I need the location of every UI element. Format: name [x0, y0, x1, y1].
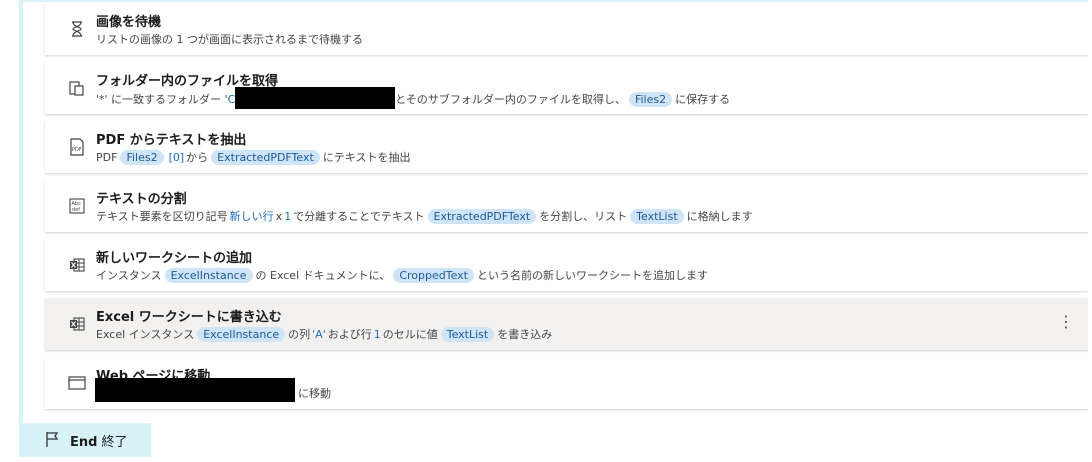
variable-chip: ExcelInstance — [164, 268, 253, 283]
pdf-icon: PDF — [70, 138, 84, 156]
desc-text: の列 — [288, 328, 311, 341]
hourglass-icon — [72, 21, 82, 37]
folder-files-icon — [69, 81, 84, 96]
action-title: テキストの分割 — [96, 192, 187, 207]
desc-text: テキスト要素を区切り記号 — [96, 210, 228, 223]
flag-icon — [46, 432, 59, 447]
desc-text: インスタンス — [96, 269, 162, 282]
desc-text: のセルに値 — [382, 328, 438, 341]
action-go-to-web-page[interactable]: Web ページに移動 に移動 — [45, 357, 1088, 409]
flow-rail — [19, 0, 23, 423]
end-keyword: End — [70, 435, 98, 450]
desc-text: を分割し、リスト — [539, 210, 628, 223]
excel-icon — [70, 317, 85, 331]
action-description: Excel インスタンス ExcelInstance の列 'A' および行 1 のセルに値… — [96, 327, 552, 343]
end-label: End 終了 — [70, 431, 127, 450]
action-description: '*' に一致するフォルダー 'C とそのサブフォルダー内のファイルを取得し、 Fi… — [96, 87, 731, 109]
desc-text: リストの画像の 1 つが画面に表示されるまで待機する — [96, 33, 363, 46]
desc-text: PDF — [96, 151, 118, 164]
browser-window-icon — [68, 376, 86, 390]
action-description: テキスト要素を区切り記号 新しい行 x 1 で分離することでテキスト ExtractedP… — [96, 209, 753, 225]
action-description: リストの画像の 1 つが画面に表示されるまで待機する — [96, 32, 363, 48]
action-description: インスタンス ExcelInstance の Excel ドキュメントに、 Cropp… — [96, 268, 708, 284]
variable-chip: CroppedText — [393, 268, 474, 283]
desc-text: を書き込み — [497, 328, 553, 341]
action-write-worksheet[interactable]: Excel ワークシートに書き込む Excel インスタンス ExcelInsta… — [45, 298, 1088, 350]
end-block[interactable]: End 終了 — [19, 423, 151, 457]
svg-text:PDF: PDF — [72, 147, 82, 153]
action-add-worksheet[interactable]: 新しいワークシートの追加 インスタンス ExcelInstance の Excel … — [45, 239, 1088, 291]
row-literal: 1 — [373, 328, 381, 341]
svg-text:def: def — [72, 207, 80, 213]
desc-text: Excel インスタンス — [96, 328, 195, 341]
count-literal: 1 — [284, 210, 292, 223]
variable-chip: ExtractedPDFText — [211, 150, 320, 165]
desc-text: および行 — [327, 328, 372, 341]
delimiter-literal: 新しい行 — [229, 210, 274, 223]
folder-path-literal: C — [227, 93, 236, 106]
desc-text: の Excel ドキュメントに、 — [255, 269, 391, 282]
action-get-files[interactable]: フォルダー内のファイルを取得 '*' に一致するフォルダー 'C とそのサブフォル… — [45, 62, 1088, 114]
action-title: Excel ワークシートに書き込む — [96, 310, 282, 325]
redacted-url — [95, 378, 295, 402]
desc-text: x — [275, 210, 283, 223]
desc-text: から — [186, 151, 209, 164]
action-title: 画像を待機 — [96, 15, 162, 30]
end-text: 終了 — [101, 435, 128, 450]
desc-text: にテキストを抽出 — [322, 151, 411, 164]
variable-chip: ExcelInstance — [197, 327, 286, 342]
desc-text: で分離することでテキスト — [293, 210, 425, 223]
variable-chip: ExtractedPDFText — [427, 209, 537, 224]
more-options-icon[interactable]: ⋮ — [1058, 314, 1074, 330]
desc-text: という名前の新しいワークシートを追加します — [476, 269, 708, 282]
redacted-path — [235, 87, 396, 109]
action-wait-image[interactable]: 画像を待機 リストの画像の 1 つが画面に表示されるまで待機する — [45, 3, 1088, 55]
action-description: PDF Files2 [0] から ExtractedPDFText にテキストを抽出 — [96, 150, 410, 166]
variable-chip: Files2 — [628, 92, 673, 107]
action-title: 新しいワークシートの追加 — [96, 251, 253, 266]
scrollbar[interactable] — [1088, 0, 1092, 462]
flow-top-border — [19, 0, 1092, 2]
variable-chip: TextList — [440, 327, 495, 342]
index-literal: [0] — [168, 151, 185, 164]
desc-text: '*' に一致するフォルダー ' — [96, 93, 228, 106]
action-description: に移動 — [95, 378, 331, 402]
variable-chip: Files2 — [120, 150, 164, 165]
action-title: PDF からテキストを抽出 — [96, 133, 247, 148]
desc-text: に移動 — [298, 387, 331, 400]
desc-text: とそのサブフォルダー内のファイルを取得し、 — [395, 93, 626, 106]
text-split-icon: Abc def — [69, 198, 85, 214]
column-literal: 'A' — [312, 328, 326, 341]
variable-chip: TextList — [630, 209, 684, 224]
action-extract-pdf-text[interactable]: PDF PDF からテキストを抽出 PDF Files2 [0] から Extracte… — [45, 121, 1088, 173]
desc-text: に格納します — [686, 210, 753, 223]
desc-text: に保存する — [675, 93, 731, 106]
excel-icon — [70, 258, 85, 272]
action-split-text[interactable]: Abc def テキストの分割 テキスト要素を区切り記号 新しい行 x 1 で分離するこ… — [45, 180, 1088, 232]
